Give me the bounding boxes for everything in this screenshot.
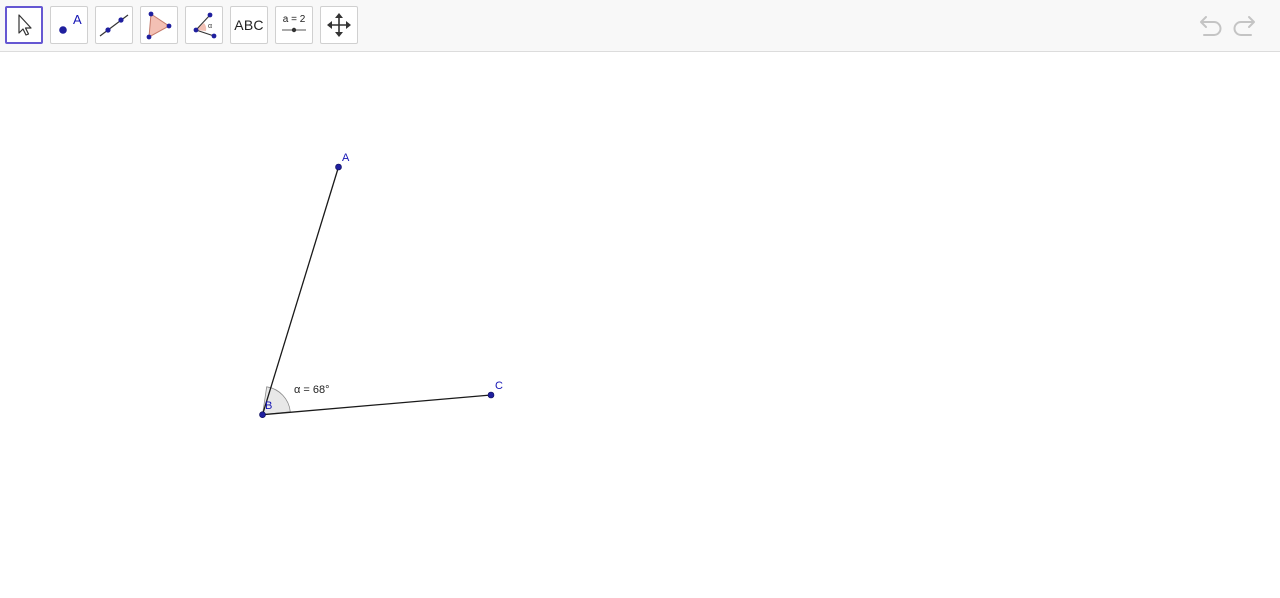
undo-button[interactable] [1192, 12, 1226, 40]
point-tool-button[interactable]: A [50, 6, 88, 44]
text-tool-label: ABC [234, 17, 264, 33]
graphics-view-drawing: A B C α = 68° [259, 152, 503, 419]
angle-icon: α [193, 12, 217, 39]
move-tool-button[interactable] [5, 6, 43, 44]
line-through-points-icon [99, 14, 129, 37]
point-b[interactable] [259, 411, 266, 419]
toolbar: A α ABC a = 2 [0, 0, 1280, 52]
point-c-label: C [495, 380, 503, 392]
angle-alpha-label: α = 68° [294, 384, 330, 396]
polygon-tool-button[interactable] [140, 6, 178, 44]
slider-icon: a = 2 [282, 14, 306, 33]
polygon-icon [146, 11, 172, 40]
four-arrows-icon [327, 13, 351, 37]
point-b-label: B [265, 400, 272, 412]
redo-button[interactable] [1229, 12, 1263, 40]
point-icon: A [59, 12, 82, 34]
segment-bc[interactable] [262, 394, 492, 416]
slider-tool-label: a = 2 [283, 14, 306, 25]
point-a-label: A [342, 152, 350, 164]
angle-tool-label: α [208, 23, 212, 30]
move-graphics-view-tool-button[interactable] [320, 6, 358, 44]
text-tool-button[interactable]: ABC [230, 6, 268, 44]
point-tool-label: A [73, 12, 82, 27]
line-tool-button[interactable] [95, 6, 133, 44]
undo-icon [1200, 16, 1222, 36]
slider-tool-button[interactable]: a = 2 [275, 6, 313, 44]
graphics-view[interactable]: A B C α = 68° [0, 53, 1280, 598]
arrow-cursor-icon [18, 14, 32, 36]
angle-tool-button[interactable]: α [185, 6, 223, 44]
segment-ba[interactable] [261, 166, 340, 415]
point-a[interactable] [335, 163, 342, 171]
redo-icon [1233, 16, 1255, 36]
point-c[interactable] [487, 391, 495, 399]
